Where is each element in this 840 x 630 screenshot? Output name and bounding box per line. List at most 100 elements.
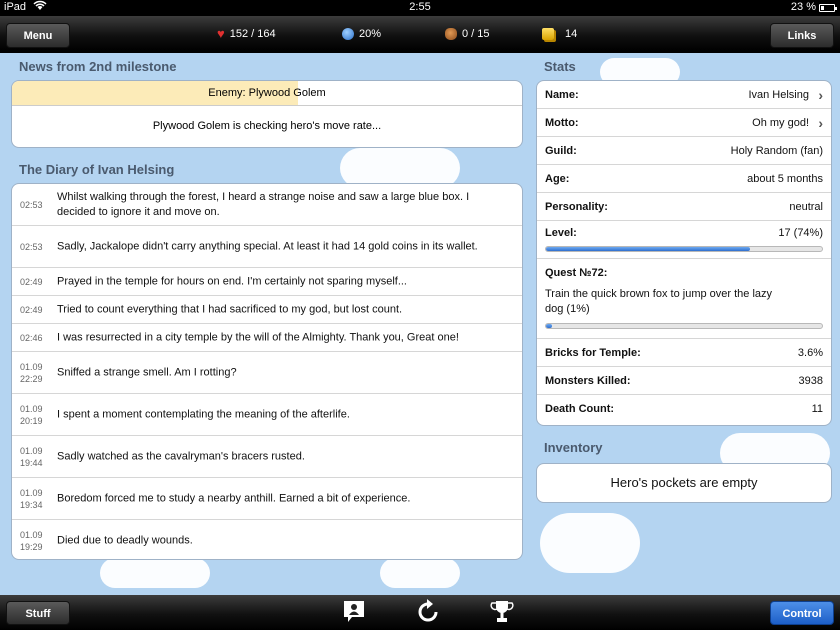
inventory-card: Hero's pockets are empty [536, 463, 832, 503]
diary-text: I spent a moment contemplating the meani… [57, 408, 350, 420]
deaths-value: 11 [811, 403, 823, 415]
diary-timestamp: 01.09 22:29 [20, 361, 43, 384]
stat-row-guild: Guild: Holy Random (fan) [537, 137, 831, 165]
battery-percent: 23 % [790, 1, 816, 13]
monsters-value: 3938 [798, 375, 823, 387]
diary-timestamp: 01.09 19:44 [20, 445, 43, 468]
gold-stat: 14 [542, 26, 577, 42]
news-message: Plywood Golem is checking hero's move ra… [152, 120, 382, 132]
enemy-row: Enemy: Plywood Golem [12, 81, 522, 106]
bag-icon [445, 28, 457, 40]
heart-icon: ♥ [217, 26, 225, 41]
stat-row-age: Age: about 5 months [537, 165, 831, 193]
diary-entry: 02:46 I was resurrected in a city temple… [12, 324, 522, 352]
cloud-decoration [340, 148, 460, 188]
godpower-icon [342, 28, 354, 40]
stat-row-level: Level: 17 (74%) [537, 221, 831, 259]
stats-title: Stats [544, 59, 576, 74]
hero-motto: Oh my god! [752, 117, 809, 129]
stat-row-personality: Personality: neutral [537, 193, 831, 221]
diary-timestamp: 01.09 19:29 [20, 529, 43, 552]
stat-label: Name: [545, 89, 579, 101]
health-value: 152 / 164 [229, 28, 276, 40]
top-toolbar: Menu ♥ 152 / 164 20% 0 / 15 14 Links [0, 16, 840, 52]
diary-time: 02:46 [20, 332, 43, 343]
chevron-right-icon: › [818, 87, 823, 103]
diary-entry: 01.09 22:29 Sniffed a strange smell. Am I… [12, 352, 522, 394]
news-card: Enemy: Plywood Golem Plywood Golem is ch… [11, 80, 523, 148]
chat-icon[interactable] [342, 599, 366, 625]
diary-time: 02:49 [20, 304, 43, 315]
stat-label: Bricks for Temple: [545, 347, 641, 359]
diary-text: I was resurrected in a city temple by th… [57, 331, 459, 343]
stat-label: Monsters Killed: [545, 375, 631, 387]
enemy-label: Enemy: Plywood Golem [208, 87, 326, 99]
diary-text: Tried to count everything that I had sac… [57, 303, 403, 315]
diary-text: Sadly, Jackalope didn't carry anything s… [57, 240, 478, 252]
quest-label: Quest №72: [545, 267, 608, 279]
cloud-decoration [540, 513, 640, 573]
level-progress-fill [546, 247, 751, 251]
diary-entry: 01.09 19:44 Sadly watched as the cavalrym… [12, 436, 522, 478]
diary-timestamp: 01.09 20:19 [20, 403, 43, 426]
diary-entry: 02:53 Whilst walking through the forest,… [12, 184, 522, 226]
stuff-button[interactable]: Stuff [6, 601, 70, 625]
diary-entry: 02:49 Tried to count everything that I h… [12, 296, 522, 324]
links-button[interactable]: Links [770, 23, 834, 48]
diary-title: The Diary of Ivan Helsing [19, 162, 175, 177]
level-progress-bar [545, 246, 823, 252]
diary-entry: 02:53 Sadly, Jackalope didn't carry anyt… [12, 226, 522, 268]
diary-text: Boredom forced me to study a nearby anth… [57, 492, 411, 504]
stats-card: Name: Ivan Helsing › Motto: Oh my god! ›… [536, 80, 832, 426]
stat-row-monsters: Monsters Killed: 3938 [537, 367, 831, 395]
stat-label: Guild: [545, 145, 577, 157]
trophy-icon[interactable] [490, 599, 514, 625]
news-title: News from 2nd milestone [19, 59, 177, 74]
main-area: News from 2nd milestone Enemy: Plywood G… [0, 53, 840, 595]
hero-personality: neutral [789, 201, 823, 213]
godpower-value: 20% [359, 28, 382, 40]
stat-row-name[interactable]: Name: Ivan Helsing › [537, 81, 831, 109]
diary-time: 02:49 [20, 276, 43, 287]
chevron-right-icon: › [818, 115, 823, 131]
stat-row-bricks: Bricks for Temple: 3.6% [537, 339, 831, 367]
inventory-stat: 0 / 15 [445, 26, 490, 42]
refresh-icon[interactable] [416, 599, 440, 625]
coins-icon [542, 28, 554, 40]
stat-label: Motto: [545, 117, 579, 129]
stat-row-motto[interactable]: Motto: Oh my god! › [537, 109, 831, 137]
quest-description: Train the quick brown fox to jump over t… [545, 288, 773, 315]
cloud-decoration [100, 558, 210, 588]
inventory-value: 0 / 15 [462, 28, 490, 40]
stat-label: Level: [545, 227, 577, 239]
stat-label: Death Count: [545, 403, 615, 415]
gold-value: 14 [565, 28, 578, 40]
diary-card: 02:53 Whilst walking through the forest,… [11, 183, 523, 560]
diary-entry: 02:49 Prayed in the temple for hours on … [12, 268, 522, 296]
diary-text: Whilst walking through the forest, I hea… [57, 190, 470, 218]
quest-progress-fill [546, 324, 552, 328]
stat-row-deaths: Death Count: 11 [537, 395, 831, 423]
hero-name: Ivan Helsing [748, 89, 809, 101]
battery-icon [819, 4, 837, 12]
quest-progress-bar [545, 323, 823, 329]
diary-text: Died due to deadly wounds. [57, 534, 193, 546]
hero-age: about 5 months [747, 173, 823, 185]
godpower-stat: 20% [342, 26, 381, 42]
stat-label: Personality: [545, 201, 608, 213]
diary-entry: 01.09 19:29 Died due to deadly wounds. [12, 520, 522, 559]
bottom-toolbar: Stuff Control [0, 595, 840, 630]
diary-time: 02:53 [20, 241, 43, 252]
diary-text: Prayed in the temple for hours on end. I… [57, 275, 407, 287]
hero-level: 17 (74%) [778, 227, 823, 239]
stat-label: Age: [545, 173, 570, 185]
hero-guild: Holy Random (fan) [730, 145, 823, 157]
inventory-title: Inventory [544, 440, 603, 455]
diary-entry: 01.09 19:34 Boredom forced me to study a … [12, 478, 522, 520]
cloud-decoration [380, 558, 460, 588]
menu-button[interactable]: Menu [6, 23, 70, 48]
control-button[interactable]: Control [770, 601, 834, 625]
diary-timestamp: 01.09 19:34 [20, 487, 43, 510]
diary-text: Sniffed a strange smell. Am I rotting? [57, 366, 237, 378]
health-stat: ♥ 152 / 164 [217, 26, 276, 42]
